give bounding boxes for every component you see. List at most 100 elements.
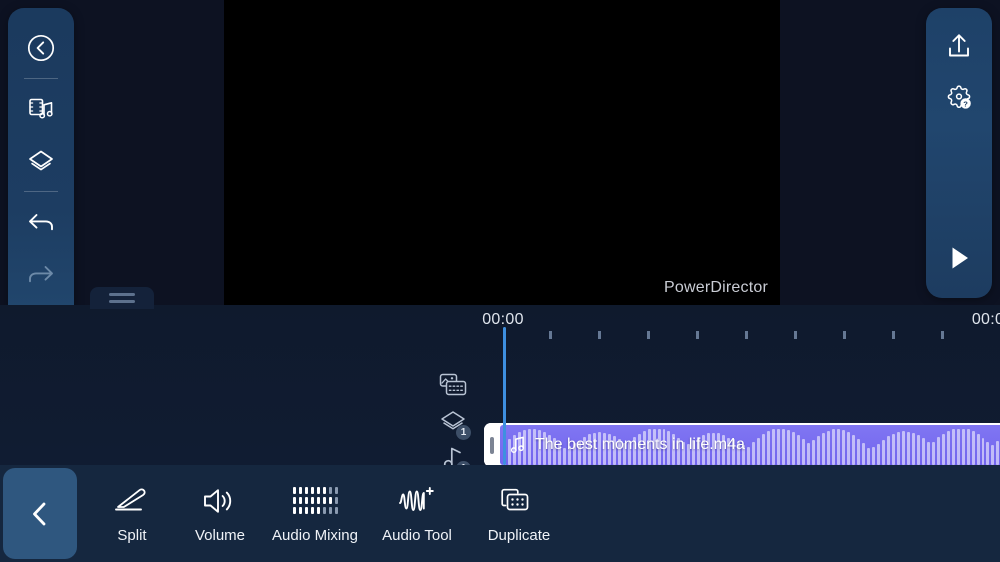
timeline-tracks: 1 1 — [0, 339, 1000, 476]
gear-question-icon: ? — [947, 85, 971, 109]
redo-button[interactable] — [15, 248, 67, 300]
waveform-bar — [901, 431, 905, 465]
media-frames-icon — [439, 373, 467, 396]
music-note-icon — [510, 436, 525, 454]
waveform-bar — [881, 439, 885, 465]
back-button[interactable] — [15, 22, 67, 74]
ruler-tick — [549, 331, 552, 339]
waveform-bar — [762, 434, 766, 465]
media-music-icon — [29, 98, 53, 119]
duplicate-tool-label: Duplicate — [487, 526, 551, 544]
media-library-button[interactable] — [15, 83, 67, 135]
video-track-header[interactable] — [430, 367, 476, 405]
waveform-bar — [861, 443, 865, 465]
powerdirector-editor: PowerDirector ? 00:00 00:0 1 The best mo… — [0, 0, 1000, 562]
duplicate-frames-icon — [501, 488, 529, 510]
waveform-bar — [767, 431, 771, 465]
waveform-bar — [822, 432, 825, 465]
settings-help-button[interactable]: ? — [933, 72, 985, 124]
ruler-tick — [696, 331, 699, 339]
waveform-bar — [871, 447, 875, 465]
waveform-bar — [891, 433, 895, 465]
powerdirector-watermark: PowerDirector — [664, 279, 768, 296]
play-button[interactable] — [933, 232, 985, 284]
split-icon-box — [112, 484, 152, 518]
waveform-bar — [966, 429, 970, 465]
waveform-bar — [782, 429, 786, 465]
waveform-bar — [941, 433, 945, 465]
waveform-plus-icon — [399, 486, 434, 511]
volume-tool-label: Volume — [194, 526, 246, 544]
audio-mixing-tool[interactable]: Audio Mixing — [264, 465, 366, 562]
layers-button[interactable] — [15, 135, 67, 187]
waveform-bar — [752, 442, 756, 465]
timeline-ruler[interactable]: 00:00 00:0 — [0, 305, 1000, 339]
waveform-bar — [787, 429, 791, 465]
handle-line-1 — [109, 293, 135, 296]
rail-divider-2 — [24, 191, 58, 192]
waveform-bar — [841, 430, 845, 465]
layer-track-badge: 1 — [456, 425, 471, 440]
bottom-back-button[interactable] — [3, 468, 77, 559]
waveform-bar — [971, 430, 975, 465]
waveform-bar — [991, 444, 995, 465]
layer-track-header[interactable]: 1 — [430, 403, 476, 441]
speaker-volume-icon — [204, 488, 232, 513]
waveform-bar — [926, 441, 930, 465]
audio-clip-label-group: The best moments in life.m4a — [508, 425, 745, 465]
ruler-tick — [598, 331, 601, 339]
export-button[interactable] — [933, 20, 985, 72]
audio-mixing-tool-label: Audio Mixing — [272, 526, 358, 544]
playhead[interactable] — [503, 327, 506, 465]
waveform-bar — [996, 441, 1000, 465]
waveform-bar — [856, 438, 860, 465]
split-tool[interactable]: Split — [88, 465, 176, 562]
waveform-bar — [981, 437, 985, 465]
waveform-bar — [757, 437, 761, 465]
audio-tool-icon-box — [395, 484, 439, 518]
waveform-bar — [931, 441, 935, 465]
ruler-tick — [794, 331, 797, 339]
ruler-label-end: 00:0 — [971, 311, 1000, 328]
audio-clip-title: The best moments in life.m4a — [535, 436, 745, 453]
svg-text:?: ? — [963, 100, 968, 109]
waveform-bar — [911, 433, 915, 465]
waveform-bar — [851, 435, 855, 465]
chevron-left-circle-icon — [27, 34, 55, 62]
chevron-left-icon — [33, 502, 46, 525]
waveform-bar — [792, 431, 796, 465]
undo-arrow-icon — [29, 214, 53, 231]
clip-trim-handle-left[interactable] — [484, 423, 500, 467]
ruler-tick — [745, 331, 748, 339]
waveform-bar — [976, 433, 980, 465]
duplicate-icon-box — [499, 484, 539, 518]
waveform-bar — [886, 436, 890, 465]
audio-tool[interactable]: Audio Tool — [366, 465, 468, 562]
trim-grip — [490, 436, 494, 454]
waveform-bar — [866, 448, 870, 465]
tool-list: Split Volume Audio Mixing Audio Tool Dup… — [88, 465, 570, 562]
audio-clip-body[interactable]: The best moments in life.m4a — [500, 425, 1000, 465]
undo-button[interactable] — [15, 196, 67, 248]
duplicate-tool[interactable]: Duplicate — [468, 465, 570, 562]
waveform-bar — [831, 429, 835, 465]
upload-share-icon — [949, 34, 969, 57]
ruler-tick — [647, 331, 650, 339]
waveform-bar — [797, 434, 801, 465]
waveform-bar — [836, 429, 840, 465]
volume-tool[interactable]: Volume — [176, 465, 264, 562]
waveform-bar — [876, 444, 880, 465]
ruler-tick — [892, 331, 895, 339]
audio-mixing-icon-box — [292, 484, 338, 518]
waveform-bar — [956, 429, 960, 465]
audio-clip[interactable]: The best moments in life.m4a — [484, 423, 1000, 467]
waveform-bar — [802, 438, 806, 465]
waveform-bar — [936, 437, 940, 465]
ruler-tick — [941, 331, 944, 339]
waveform-bar — [916, 435, 920, 465]
play-triangle-icon — [952, 247, 968, 269]
waveform-bar — [846, 432, 850, 465]
waveform-bar — [951, 429, 955, 465]
video-preview-stage[interactable]: PowerDirector — [224, 0, 780, 305]
right-tool-rail: ? — [926, 8, 992, 298]
